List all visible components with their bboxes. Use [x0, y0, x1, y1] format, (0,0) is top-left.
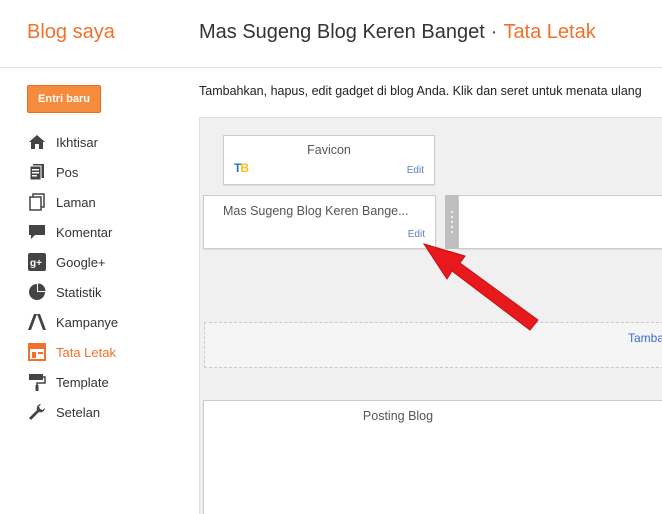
add-gadget-area[interactable]: Tamba [204, 322, 662, 368]
layout-description: Tambahkan, hapus, edit gadget di blog An… [199, 84, 642, 98]
header-edit-link[interactable]: Edit [408, 229, 425, 240]
sidebar-item-label: Pos [56, 164, 79, 180]
google-plus-icon: g+ [27, 252, 47, 272]
sidebar-item-label: Setelan [56, 404, 101, 420]
blog-posts-gadget[interactable]: Posting Blog [203, 400, 662, 514]
sidebar-item-label: Tata Letak [56, 344, 116, 360]
sidebar-item-label: Template [56, 374, 109, 390]
sidebar-item-ikhtisar[interactable]: Ikhtisar [27, 127, 118, 157]
sidebar-item-google-plus[interactable]: g+ Google+ [27, 247, 118, 277]
sidebar-item-statistik[interactable]: Statistik [27, 277, 118, 307]
favicon-logo: TB [234, 161, 249, 175]
sidebar-item-kampanye[interactable]: Kampanye [27, 307, 118, 337]
sidebar-item-label: Komentar [56, 224, 113, 240]
pages-icon [27, 192, 47, 212]
new-post-button[interactable]: Entri baru [27, 85, 101, 113]
blogger-layout-page: Blog saya Mas Sugeng Blog Keren Banget · T… [0, 0, 662, 514]
sidebar-item-setelan[interactable]: Setelan [27, 397, 118, 427]
resize-handle[interactable] [445, 195, 458, 249]
header-right-gadget[interactable] [458, 195, 662, 249]
adwords-icon [27, 312, 47, 332]
pie-chart-icon [27, 282, 47, 302]
sidebar-item-label: Google+ [56, 254, 106, 270]
top-bar: Blog saya Mas Sugeng Blog Keren Banget · T… [0, 0, 662, 68]
sidebar-item-komentar[interactable]: Komentar [27, 217, 118, 247]
layout-canvas: Favicon TB Edit Mas Sugeng Blog Keren Ba… [199, 117, 662, 514]
svg-text:g+: g+ [30, 258, 42, 269]
brand-link[interactable]: Blog saya [27, 21, 115, 44]
comment-icon [27, 222, 47, 242]
favicon-edit-link[interactable]: Edit [407, 165, 424, 176]
gadget-title: Favicon [307, 143, 351, 157]
favicon-gadget[interactable]: Favicon TB Edit [223, 135, 435, 185]
wrench-icon [27, 402, 47, 422]
paint-roller-icon [27, 372, 47, 392]
add-gadget-link[interactable]: Tamba [628, 331, 662, 345]
header-gadget[interactable]: Mas Sugeng Blog Keren Bange... Edit [203, 195, 436, 249]
gadget-title: Mas Sugeng Blog Keren Bange... [223, 204, 409, 218]
sidebar-item-label: Ikhtisar [56, 134, 98, 150]
gadget-title: Posting Blog [362, 409, 434, 423]
sidebar-item-label: Laman [56, 194, 96, 210]
layout-icon [27, 342, 47, 362]
title-separator: · [490, 21, 498, 43]
blog-name: Mas Sugeng Blog Keren Banget [199, 21, 485, 43]
sidebar-item-pos[interactable]: Pos [27, 157, 118, 187]
page-title: Mas Sugeng Blog Keren Banget · Tata Letak [199, 21, 596, 44]
sidebar-item-laman[interactable]: Laman [27, 187, 118, 217]
home-icon [27, 132, 47, 152]
sidebar-item-label: Kampanye [56, 314, 119, 330]
posts-icon [27, 162, 47, 182]
sidebar-nav: Ikhtisar Pos Laman Komentar g+ Google+ S… [27, 127, 118, 427]
sidebar-item-template[interactable]: Template [27, 367, 118, 397]
sidebar-item-label: Statistik [56, 284, 102, 300]
section-name: Tata Letak [503, 21, 596, 43]
sidebar: Entri baru Ikhtisar Pos Laman Komentar g… [0, 69, 190, 514]
sidebar-item-tata-letak[interactable]: Tata Letak [27, 337, 118, 367]
